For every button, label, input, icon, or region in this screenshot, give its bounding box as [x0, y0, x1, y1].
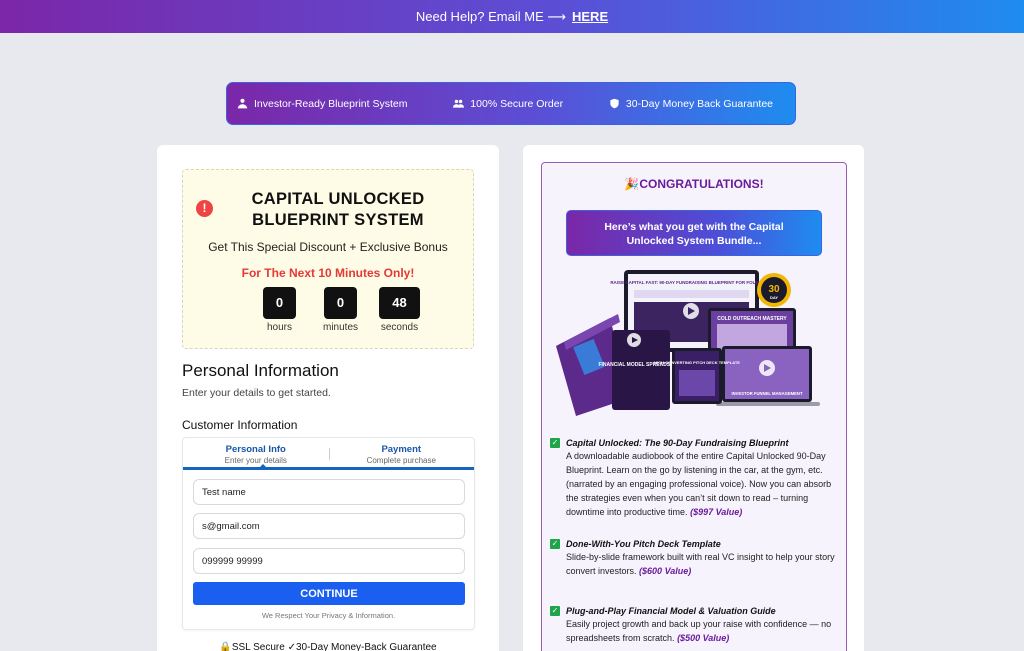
- shield-icon: [610, 98, 619, 109]
- continue-button[interactable]: CONTINUE: [193, 582, 465, 605]
- benefit-desc: Slide-by-slide framework built with real…: [566, 550, 840, 578]
- timer-title: For The Next 10 Minutes Only!: [241, 266, 415, 280]
- customer-info-title: Customer Information: [182, 418, 298, 432]
- phone-field[interactable]: [193, 548, 465, 574]
- offer-box: ! CAPITAL UNLOCKED BLUEPRINT SYSTEM Get …: [182, 169, 474, 349]
- privacy-note: We Respect Your Privacy & Information.: [261, 611, 396, 620]
- trust-bar: Investor-Ready Blueprint System 100% Sec…: [226, 82, 796, 125]
- mockup-pitch: HIGH-CONVERTING PITCH DECK TEMPLATE: [654, 360, 740, 365]
- users-icon: [453, 99, 465, 108]
- countdown-label: minutes: [322, 322, 358, 333]
- mockup-funnel: INVESTOR FUNNEL MANAGEMENT: [731, 391, 802, 396]
- step-title: Payment: [381, 444, 422, 455]
- bundle-panel: 🎉CONGRATULATIONS! Here’s what you get wi…: [541, 162, 847, 651]
- countdown-seconds: 48 seconds: [371, 287, 428, 333]
- user-hand-icon: [237, 98, 248, 109]
- benefit-title: Plug-and-Play Financial Model & Valuatio…: [566, 606, 776, 616]
- benefit-item: ✓ Done-With-You Pitch Deck Template Slid…: [550, 539, 840, 578]
- benefit-desc: A downloadable audiobook of the entire C…: [566, 449, 840, 519]
- benefit-desc: Easily project growth and back up your r…: [566, 617, 840, 645]
- tab-personal-info[interactable]: Personal Info Enter your details: [183, 438, 329, 467]
- mockup-cold-outreach: COLD OUTREACH MASTERY: [717, 316, 787, 322]
- bundle-mockup-image: RAISE CAPITAL FAST: 90-DAY FUNDRAISING B…: [556, 270, 820, 416]
- trust-label: Investor-Ready Blueprint System: [254, 97, 408, 110]
- name-field[interactable]: [193, 479, 465, 505]
- checkout-form: Personal Info Enter your details Payment…: [182, 437, 475, 630]
- check-icon: ✓: [550, 438, 560, 448]
- trust-label: 30-Day Money Back Guarantee: [625, 97, 773, 110]
- benefit-item: ✓ Capital Unlocked: The 90-Day Fundraisi…: [550, 438, 840, 519]
- countdown-minutes: 0 minutes: [312, 287, 369, 333]
- tab-payment[interactable]: Payment Complete purchase: [329, 438, 475, 467]
- email-here-link[interactable]: HERE: [572, 9, 608, 24]
- bundle-heading-line: Unlocked System Bundle...: [626, 235, 762, 247]
- step-tabs: Personal Info Enter your details Payment…: [183, 438, 474, 470]
- step-title: Personal Info: [225, 444, 286, 455]
- benefit-title: Capital Unlocked: The 90-Day Fundraising…: [566, 438, 789, 448]
- congrats-heading: 🎉CONGRATULATIONS!: [624, 177, 764, 191]
- personal-info-title: Personal Information: [182, 361, 339, 380]
- help-banner: Need Help? Email ME ⟶ HERE: [0, 0, 1024, 33]
- mockup-badge-text: DAY: [770, 295, 778, 300]
- step-desc: Enter your details: [224, 456, 287, 465]
- offer-title: CAPITAL UNLOCKED BLUEPRINT SYSTEM: [251, 190, 425, 229]
- benefit-value: ($600 Value): [639, 566, 692, 576]
- countdown-value: 0: [263, 287, 296, 319]
- countdown-label: hours: [266, 322, 292, 333]
- countdown-hours: 0 hours: [251, 287, 308, 333]
- bundle-heading-line: Here’s what you get with the Capital: [604, 221, 784, 233]
- benefit-item: ✓ Plug-and-Play Financial Model & Valuat…: [550, 606, 840, 645]
- mockup-badge-number: 30: [768, 284, 780, 295]
- countdown-label: seconds: [380, 322, 419, 333]
- offer-subtitle: Get This Special Discount + Exclusive Bo…: [208, 240, 448, 254]
- email-field[interactable]: [193, 513, 465, 539]
- trust-item-blueprint: Investor-Ready Blueprint System: [237, 98, 407, 110]
- trust-item-secure: 100% Secure Order: [453, 98, 563, 110]
- alert-icon: !: [196, 200, 213, 217]
- checkout-card: ! CAPITAL UNLOCKED BLUEPRINT SYSTEM Get …: [157, 145, 499, 651]
- trust-item-guarantee: 30-Day Money Back Guarantee: [609, 98, 773, 110]
- check-icon: ✓: [550, 539, 560, 549]
- mockup-laptop-title: RAISE CAPITAL FAST: 90-DAY FUNDRAISING B…: [610, 280, 771, 285]
- countdown-value: 0: [324, 287, 357, 319]
- benefit-value: ($997 Value): [690, 507, 743, 517]
- bundle-heading-button: Here’s what you get with the Capital Unl…: [566, 210, 822, 256]
- benefit-desc-text: Slide-by-slide framework built with real…: [566, 552, 835, 576]
- countdown-value: 48: [379, 287, 420, 319]
- personal-info-subtitle: Enter your details to get started.: [182, 387, 331, 399]
- benefit-title: Done-With-You Pitch Deck Template: [566, 539, 721, 549]
- trust-label: 100% Secure Order: [470, 97, 564, 110]
- benefit-value: ($500 Value): [677, 633, 730, 643]
- secure-guarantee-note: 🔒SSL Secure ✓30-Day Money-Back Guarantee: [219, 642, 437, 651]
- check-icon: ✓: [550, 606, 560, 616]
- bundle-card: 🎉CONGRATULATIONS! Here’s what you get wi…: [523, 145, 864, 651]
- help-text: Need Help? Email ME ⟶: [415, 8, 566, 24]
- step-desc: Complete purchase: [366, 456, 436, 465]
- active-step-caret: [257, 464, 269, 470]
- countdown-timer: 0 hours 0 minutes 48 seconds: [251, 287, 428, 333]
- step-divider: [329, 448, 330, 460]
